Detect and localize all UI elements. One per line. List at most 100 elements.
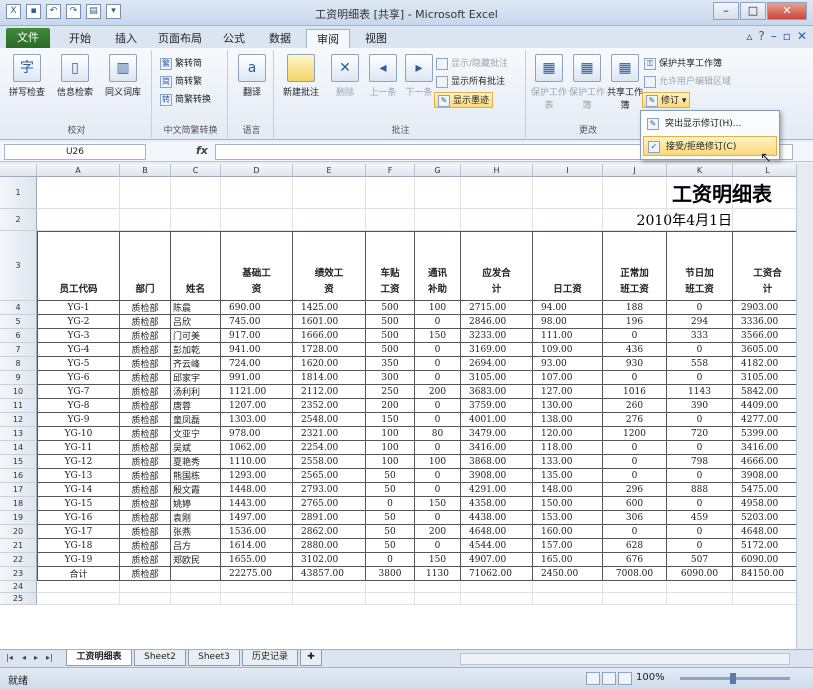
data-cell[interactable]: 3479.00 bbox=[461, 427, 533, 441]
data-cell[interactable]: 135.00 bbox=[533, 469, 603, 483]
data-cell[interactable]: 4907.00 bbox=[461, 553, 533, 567]
select-all-corner[interactable] bbox=[0, 164, 37, 177]
data-cell[interactable]: 3566.00 bbox=[733, 329, 796, 343]
data-cell[interactable]: 350 bbox=[366, 357, 415, 371]
data-cell[interactable]: YG-14 bbox=[37, 483, 120, 497]
horizontal-scrollbar[interactable] bbox=[460, 653, 790, 665]
show-all-comments-button[interactable]: 显示所有批注 bbox=[436, 74, 505, 90]
data-cell[interactable] bbox=[171, 567, 221, 581]
data-cell[interactable]: 0 bbox=[667, 413, 733, 427]
data-cell[interactable]: 200 bbox=[415, 385, 461, 399]
row-header[interactable]: 13 bbox=[0, 427, 37, 441]
data-cell[interactable]: 0 bbox=[667, 441, 733, 455]
data-cell[interactable]: YG-10 bbox=[37, 427, 120, 441]
data-cell[interactable]: 3800 bbox=[366, 567, 415, 581]
header-cell[interactable]: 绩效工资 bbox=[293, 231, 366, 301]
data-cell[interactable]: 100 bbox=[366, 441, 415, 455]
data-cell[interactable]: YG-6 bbox=[37, 371, 120, 385]
data-cell[interactable]: 133.00 bbox=[533, 455, 603, 469]
data-cell[interactable]: 500 bbox=[366, 343, 415, 357]
header-cell[interactable]: 工资合计 bbox=[733, 231, 796, 301]
data-cell[interactable]: 250 bbox=[366, 385, 415, 399]
data-cell[interactable]: 0 bbox=[415, 413, 461, 427]
data-cell[interactable]: 3416.00 bbox=[461, 441, 533, 455]
data-cell[interactable]: 150 bbox=[366, 413, 415, 427]
data-cell[interactable]: 0 bbox=[415, 357, 461, 371]
sheet-tab-salary[interactable]: 工资明细表 bbox=[66, 650, 132, 666]
data-cell[interactable]: YG-1 bbox=[37, 301, 120, 315]
header-cell[interactable]: 正常加 班工资 bbox=[603, 231, 667, 301]
data-cell[interactable]: 6090.00 bbox=[733, 553, 796, 567]
data-cell[interactable]: 质检部 bbox=[120, 441, 171, 455]
data-cell[interactable]: 3683.00 bbox=[461, 385, 533, 399]
data-cell[interactable]: 质检部 bbox=[120, 539, 171, 553]
data-cell[interactable]: 200 bbox=[415, 525, 461, 539]
help-icon[interactable]: ? bbox=[758, 29, 764, 43]
ribbon-collapse-icon[interactable]: ▵ bbox=[746, 29, 752, 43]
row-header[interactable]: 22 bbox=[0, 553, 37, 567]
data-cell[interactable]: 43857.00 bbox=[293, 567, 366, 581]
sheet-date[interactable]: 2010年4月1日 bbox=[37, 210, 796, 232]
data-cell[interactable]: 1666.00 bbox=[293, 329, 366, 343]
data-cell[interactable]: 941.00 bbox=[221, 343, 293, 357]
row-header[interactable]: 24 bbox=[0, 581, 37, 593]
data-cell[interactable]: 558 bbox=[667, 357, 733, 371]
empty-cell[interactable] bbox=[293, 581, 366, 593]
empty-cell[interactable] bbox=[461, 581, 533, 593]
tab-view[interactable]: 视图 bbox=[356, 29, 396, 48]
data-cell[interactable]: 98.00 bbox=[533, 315, 603, 329]
empty-cell[interactable] bbox=[415, 581, 461, 593]
data-cell[interactable]: 50 bbox=[366, 469, 415, 483]
row-header[interactable]: 21 bbox=[0, 539, 37, 553]
vertical-scrollbar[interactable] bbox=[796, 164, 813, 649]
research-button[interactable]: ▯ 信息检索 bbox=[54, 54, 96, 98]
data-cell[interactable]: 991.00 bbox=[221, 371, 293, 385]
data-cell[interactable]: 4958.00 bbox=[733, 497, 796, 511]
zoom-slider-thumb[interactable] bbox=[730, 673, 736, 684]
data-cell[interactable]: 2880.00 bbox=[293, 539, 366, 553]
spell-check-button[interactable]: 字拼写检查 bbox=[6, 54, 48, 98]
empty-cell[interactable] bbox=[293, 593, 366, 605]
empty-cell[interactable] bbox=[461, 593, 533, 605]
data-cell[interactable]: 2558.00 bbox=[293, 455, 366, 469]
row-header[interactable]: 8 bbox=[0, 357, 37, 371]
row-header[interactable]: 23 bbox=[0, 567, 37, 581]
data-cell[interactable]: 3908.00 bbox=[461, 469, 533, 483]
doc-restore-icon[interactable]: ▫ bbox=[783, 29, 791, 43]
next-sheet-icon[interactable]: ▸ bbox=[34, 653, 38, 662]
empty-cell[interactable] bbox=[120, 593, 171, 605]
data-cell[interactable]: 2450.00 bbox=[533, 567, 603, 581]
data-cell[interactable]: 质检部 bbox=[120, 427, 171, 441]
tab-home[interactable]: 开始 bbox=[60, 29, 100, 48]
data-cell[interactable]: 吕方 bbox=[171, 539, 221, 553]
row-header[interactable]: 12 bbox=[0, 413, 37, 427]
empty-cell[interactable] bbox=[733, 593, 796, 605]
header-cell[interactable]: 应发合计 bbox=[461, 231, 533, 301]
sheet-tab-sheet2[interactable]: Sheet2 bbox=[134, 650, 186, 666]
row-header[interactable]: 10 bbox=[0, 385, 37, 399]
row-header[interactable]: 9 bbox=[0, 371, 37, 385]
data-cell[interactable]: 4182.00 bbox=[733, 357, 796, 371]
data-cell[interactable]: 0 bbox=[667, 525, 733, 539]
header-cell[interactable]: 基础工资 bbox=[221, 231, 293, 301]
column-header[interactable]: J bbox=[603, 164, 667, 177]
data-cell[interactable]: 165.00 bbox=[533, 553, 603, 567]
data-cell[interactable]: 姚婷 bbox=[171, 497, 221, 511]
column-header[interactable]: A bbox=[37, 164, 120, 177]
zoom-level[interactable]: 100% bbox=[636, 672, 665, 683]
fx-icon[interactable]: fx bbox=[196, 144, 208, 157]
data-cell[interactable]: 153.00 bbox=[533, 511, 603, 525]
row-header[interactable]: 20 bbox=[0, 525, 37, 539]
data-cell[interactable]: 1110.00 bbox=[221, 455, 293, 469]
data-cell[interactable]: 质检部 bbox=[120, 357, 171, 371]
data-cell[interactable]: 4666.00 bbox=[733, 455, 796, 469]
data-cell[interactable]: 500 bbox=[366, 301, 415, 315]
data-cell[interactable]: 150 bbox=[415, 329, 461, 343]
data-cell[interactable]: 1728.00 bbox=[293, 343, 366, 357]
data-cell[interactable]: 436 bbox=[603, 343, 667, 357]
data-cell[interactable]: 2862.00 bbox=[293, 525, 366, 539]
data-cell[interactable]: 50 bbox=[366, 511, 415, 525]
row-header[interactable]: 3 bbox=[0, 231, 37, 301]
data-cell[interactable]: 3102.00 bbox=[293, 553, 366, 567]
header-cell[interactable]: 日工资 bbox=[533, 231, 603, 301]
